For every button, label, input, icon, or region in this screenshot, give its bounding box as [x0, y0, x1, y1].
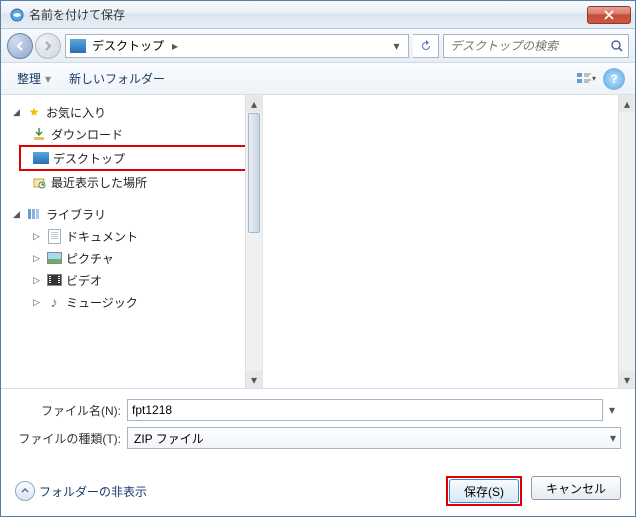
scroll-up-icon[interactable]: ▴: [619, 95, 635, 112]
breadcrumb[interactable]: デスクトップ ▸ ▾: [65, 34, 409, 58]
music-icon: ♪: [46, 294, 62, 310]
view-options-button[interactable]: ▾: [575, 68, 597, 90]
scroll-down-icon[interactable]: ▾: [619, 371, 635, 388]
tree-label: ピクチャ: [66, 250, 114, 267]
tree-libraries[interactable]: ◢ ライブラリ: [3, 203, 260, 225]
library-icon: [26, 206, 42, 222]
filename-label: ファイル名(N):: [15, 402, 127, 419]
breadcrumb-location: デスクトップ: [92, 37, 164, 54]
save-as-dialog: 名前を付けて保存 デスクトップ ▸ ▾ 整理 ▾ 新しいフォルダー ▾ ?: [0, 0, 636, 517]
tree-label: 最近表示した場所: [51, 174, 147, 191]
collapse-icon[interactable]: ◢: [11, 107, 22, 118]
file-list-pane[interactable]: ▴ ▾: [263, 95, 635, 388]
tree-item-videos[interactable]: ▷ ビデオ: [3, 269, 260, 291]
app-icon: [9, 7, 25, 23]
recent-icon: [31, 174, 47, 190]
tree-label: デスクトップ: [53, 150, 125, 167]
video-icon: [46, 272, 62, 288]
tree-item-pictures[interactable]: ▷ ピクチャ: [3, 247, 260, 269]
breadcrumb-dropdown[interactable]: ▾: [388, 35, 404, 57]
chevron-up-icon: [15, 481, 35, 501]
desktop-icon: [70, 39, 86, 53]
document-icon: [46, 228, 62, 244]
save-button[interactable]: 保存(S): [449, 479, 519, 503]
back-button[interactable]: [7, 33, 33, 59]
cancel-button[interactable]: キャンセル: [531, 476, 621, 500]
tree-label: ダウンロード: [51, 126, 123, 143]
chevron-down-icon: ▾: [610, 431, 616, 445]
filetype-label: ファイルの種類(T):: [15, 430, 127, 447]
chevron-right-icon[interactable]: ▸: [168, 39, 182, 53]
expand-icon[interactable]: ▷: [31, 253, 42, 264]
body: ◢ ★ お気に入り ダウンロード デスクトップ 最近表示した場所: [1, 95, 635, 389]
tree-label: ライブラリ: [46, 206, 106, 223]
organize-menu[interactable]: 整理 ▾: [11, 68, 57, 89]
hide-folders-toggle[interactable]: フォルダーの非表示: [15, 481, 147, 501]
tree-item-documents[interactable]: ▷ ドキュメント: [3, 225, 260, 247]
help-icon: ?: [610, 72, 617, 86]
tree-item-recent[interactable]: 最近表示した場所: [3, 171, 260, 193]
scroll-up-icon[interactable]: ▴: [246, 95, 262, 112]
folder-tree: ◢ ★ お気に入り ダウンロード デスクトップ 最近表示した場所: [1, 95, 262, 388]
tree-label: ミュージック: [66, 294, 138, 311]
filename-input[interactable]: [127, 399, 603, 421]
scroll-thumb[interactable]: [248, 113, 260, 233]
toolbar: 整理 ▾ 新しいフォルダー ▾ ?: [1, 63, 635, 95]
filetype-combo[interactable]: ZIP ファイル ▾: [127, 427, 621, 449]
search-icon[interactable]: [609, 38, 624, 54]
expand-icon[interactable]: ▷: [31, 275, 42, 286]
help-button[interactable]: ?: [603, 68, 625, 90]
close-icon: [604, 10, 614, 20]
close-button[interactable]: [587, 6, 631, 24]
search-input[interactable]: [448, 38, 609, 54]
tree-scrollbar[interactable]: ▴ ▾: [245, 95, 262, 388]
new-folder-button[interactable]: 新しいフォルダー: [63, 68, 171, 89]
arrow-right-icon: [42, 40, 54, 52]
bottom-panel: ファイル名(N): ▾ ファイルの種類(T): ZIP ファイル ▾: [1, 389, 635, 463]
expand-icon[interactable]: ▷: [31, 231, 42, 242]
footer: フォルダーの非表示 保存(S) キャンセル: [15, 476, 621, 506]
tree-label: ドキュメント: [66, 228, 138, 245]
window-title: 名前を付けて保存: [29, 6, 587, 23]
titlebar: 名前を付けて保存: [1, 1, 635, 29]
tree-item-music[interactable]: ▷ ♪ ミュージック: [3, 291, 260, 313]
expand-icon[interactable]: ▷: [31, 297, 42, 308]
picture-icon: [46, 250, 62, 266]
nav-bar: デスクトップ ▸ ▾: [1, 29, 635, 63]
filetype-value: ZIP ファイル: [134, 430, 204, 447]
tree-label: お気に入り: [46, 104, 106, 121]
arrow-left-icon: [14, 40, 26, 52]
view-icon: [576, 72, 592, 86]
refresh-icon: [419, 39, 433, 53]
chevron-down-icon: ▾: [45, 72, 51, 86]
tree-favorites[interactable]: ◢ ★ お気に入り: [3, 101, 260, 123]
content-scrollbar[interactable]: ▴ ▾: [618, 95, 635, 388]
tree-label: ビデオ: [66, 272, 102, 289]
tree-item-downloads[interactable]: ダウンロード: [3, 123, 260, 145]
star-icon: ★: [26, 104, 42, 120]
search-box[interactable]: [443, 34, 629, 58]
download-icon: [31, 126, 47, 142]
refresh-button[interactable]: [413, 34, 439, 58]
forward-button[interactable]: [35, 33, 61, 59]
scroll-down-icon[interactable]: ▾: [246, 371, 262, 388]
desktop-icon: [33, 150, 49, 166]
filename-dropdown[interactable]: ▾: [603, 403, 621, 417]
tree-item-desktop[interactable]: デスクトップ: [21, 147, 248, 169]
collapse-icon[interactable]: ◢: [11, 209, 22, 220]
chevron-down-icon: ▾: [592, 74, 596, 83]
